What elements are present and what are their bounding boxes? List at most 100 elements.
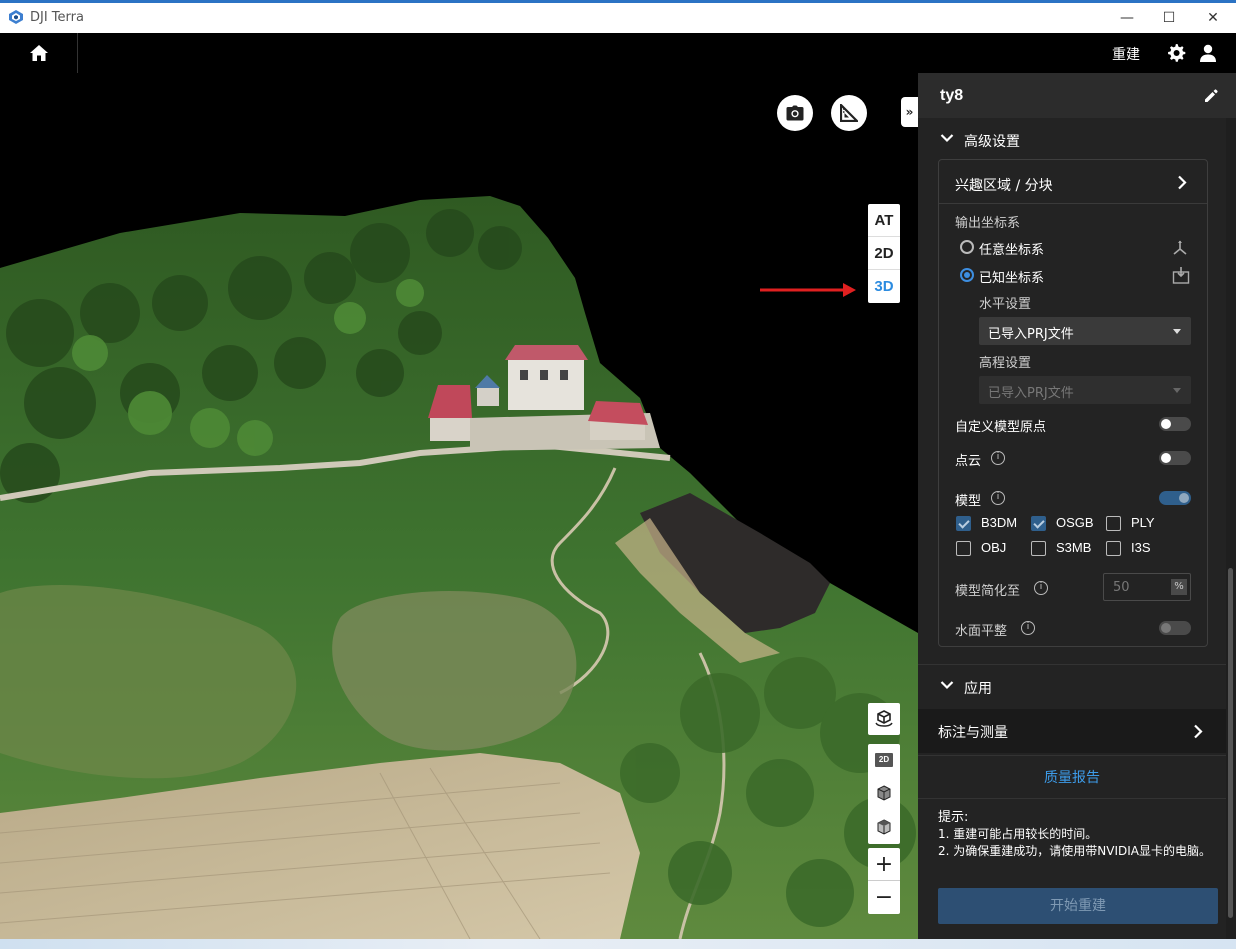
annotation-arrow-head bbox=[843, 283, 856, 297]
user-account-icon[interactable] bbox=[1198, 43, 1218, 63]
collapse-panel-button[interactable]: » bbox=[901, 97, 918, 127]
measure-tool-button[interactable] bbox=[831, 95, 867, 131]
chevron-right-icon bbox=[1178, 175, 1187, 190]
crs-arbitrary-label[interactable]: 任意坐标系 bbox=[979, 239, 1044, 258]
home-button[interactable] bbox=[0, 33, 78, 73]
water-flatten-label: 水面平整 bbox=[955, 624, 1008, 639]
crs-known-radio[interactable] bbox=[960, 268, 974, 282]
chevron-down-icon bbox=[940, 134, 954, 143]
format-i3s-label[interactable]: I3S bbox=[1131, 540, 1151, 555]
scrollbar-thumb[interactable] bbox=[1228, 568, 1233, 918]
tips-line-1: 1. 重建可能占用较长的时间。 bbox=[938, 827, 1098, 841]
rebuild-menu[interactable]: 重建 bbox=[1112, 44, 1140, 64]
format-obj-checkbox[interactable] bbox=[956, 541, 971, 556]
dropdown-caret-icon bbox=[1173, 329, 1181, 334]
zoom-out-button[interactable]: − bbox=[868, 881, 900, 914]
cube-rotate-icon bbox=[875, 710, 893, 727]
format-s3mb-label[interactable]: S3MB bbox=[1056, 540, 1091, 555]
chevron-right-icon bbox=[1194, 724, 1203, 739]
format-obj-label[interactable]: OBJ bbox=[981, 540, 1006, 555]
output-crs-label: 输出坐标系 bbox=[955, 216, 1021, 231]
app-window: DJI Terra — ☐ ✕ 重建 » AT 2D 3D 2D + − ty8… bbox=[0, 0, 1236, 949]
edit-pencil-icon[interactable] bbox=[1203, 88, 1219, 104]
simplify-percent-input[interactable]: 50 % bbox=[1103, 573, 1191, 601]
apply-section-header[interactable]: 应用 bbox=[918, 664, 1226, 708]
percent-unit: % bbox=[1171, 579, 1187, 595]
zoom-controls: + − bbox=[868, 848, 900, 914]
advanced-settings-box: 兴趣区域 / 分块 输出坐标系 任意坐标系 已知坐标系 水平设置 已导入PRJ文… bbox=[938, 159, 1208, 647]
annotation-measure-label: 标注与测量 bbox=[938, 725, 1008, 741]
maximize-button[interactable]: ☐ bbox=[1146, 5, 1192, 31]
vertical-crs-value: 已导入PRJ文件 bbox=[988, 386, 1074, 401]
camera-icon bbox=[786, 105, 804, 121]
roi-tiles-row[interactable]: 兴趣区域 / 分块 bbox=[939, 160, 1207, 204]
cube-top-view-icon[interactable] bbox=[876, 819, 892, 835]
close-button[interactable]: ✕ bbox=[1190, 5, 1236, 31]
taskbar-strip bbox=[0, 939, 1236, 949]
screenshot-button[interactable] bbox=[777, 95, 813, 131]
model-rotate-button[interactable] bbox=[868, 703, 900, 735]
quality-report-link[interactable]: 质量报告 bbox=[918, 755, 1226, 799]
view-2d-button[interactable]: 2D bbox=[875, 753, 893, 767]
custom-origin-toggle[interactable] bbox=[1159, 417, 1191, 431]
advanced-settings-title: 高级设置 bbox=[964, 134, 1020, 150]
mode-2d-button[interactable]: 2D bbox=[868, 237, 900, 270]
panel-scrollbar[interactable] bbox=[1226, 118, 1236, 939]
point-cloud-toggle[interactable] bbox=[1159, 451, 1191, 465]
chevron-down-icon bbox=[940, 681, 954, 690]
format-ply-label[interactable]: PLY bbox=[1131, 515, 1155, 530]
apply-section-title: 应用 bbox=[964, 681, 992, 697]
import-crs-icon[interactable] bbox=[1172, 266, 1190, 284]
triangle-ruler-icon bbox=[840, 104, 858, 122]
home-icon bbox=[29, 45, 48, 61]
panel-header: ty8 bbox=[918, 73, 1236, 118]
crs-arbitrary-radio[interactable] bbox=[960, 240, 974, 254]
format-osgb-checkbox[interactable] bbox=[1031, 516, 1046, 531]
model-toggle[interactable] bbox=[1159, 491, 1191, 505]
3d-model-render[interactable] bbox=[0, 73, 918, 939]
zoom-in-button[interactable]: + bbox=[868, 848, 900, 881]
minimize-button[interactable]: — bbox=[1104, 5, 1150, 31]
format-ply-checkbox[interactable] bbox=[1106, 516, 1121, 531]
point-cloud-label: 点云 bbox=[955, 454, 982, 469]
model-simplify-label: 模型简化至 bbox=[955, 584, 1021, 599]
view-mode-switcher: AT 2D 3D bbox=[868, 204, 900, 303]
tips-box: 提示: 1. 重建可能占用较长的时间。 2. 为确保重建成功，请使用带NVIDI… bbox=[938, 809, 1211, 860]
project-name: ty8 bbox=[940, 87, 964, 104]
cube-view-icon[interactable] bbox=[876, 785, 892, 801]
custom-origin-label: 自定义模型原点 bbox=[955, 420, 1047, 435]
coordinate-axes-icon[interactable] bbox=[1172, 240, 1188, 256]
start-rebuild-button[interactable]: 开始重建 bbox=[938, 888, 1218, 924]
tips-line-2: 2. 为确保重建成功，请使用带NVIDIA显卡的电脑。 bbox=[938, 844, 1211, 858]
vertical-crs-select[interactable]: 已导入PRJ文件 bbox=[979, 376, 1191, 404]
format-osgb-label[interactable]: OSGB bbox=[1056, 515, 1094, 530]
format-b3dm-checkbox[interactable] bbox=[956, 516, 971, 531]
horizontal-crs-select[interactable]: 已导入PRJ文件 bbox=[979, 317, 1191, 345]
mode-at-button[interactable]: AT bbox=[868, 204, 900, 237]
advanced-settings-header[interactable]: 高级设置 bbox=[918, 118, 1226, 162]
settings-panel: ty8 高级设置 兴趣区域 / 分块 输出坐标系 任意坐标系 已知坐标系 水平设… bbox=[918, 73, 1236, 939]
top-nav: 重建 bbox=[0, 33, 1236, 73]
water-flatten-toggle[interactable] bbox=[1159, 621, 1191, 635]
info-icon[interactable]: i bbox=[991, 451, 1005, 465]
model-label: 模型 bbox=[955, 494, 982, 509]
info-icon[interactable]: i bbox=[1021, 621, 1035, 635]
format-b3dm-label[interactable]: B3DM bbox=[981, 515, 1017, 530]
format-s3mb-checkbox[interactable] bbox=[1031, 541, 1046, 556]
simplify-value: 50 bbox=[1113, 580, 1130, 595]
vertical-settings-label: 高程设置 bbox=[979, 356, 1032, 371]
format-i3s-checkbox[interactable] bbox=[1106, 541, 1121, 556]
horizontal-crs-value: 已导入PRJ文件 bbox=[988, 327, 1074, 342]
tips-title: 提示: bbox=[938, 810, 969, 825]
roi-tiles-label: 兴趣区域 / 分块 bbox=[955, 178, 1053, 194]
window-title: DJI Terra bbox=[30, 10, 84, 25]
view-preset-group: 2D bbox=[868, 744, 900, 844]
info-icon[interactable]: i bbox=[991, 491, 1005, 505]
info-icon[interactable]: i bbox=[1034, 581, 1048, 595]
annotation-measure-row[interactable]: 标注与测量 bbox=[918, 709, 1226, 753]
dropdown-caret-icon bbox=[1173, 388, 1181, 393]
mode-3d-button[interactable]: 3D bbox=[868, 270, 900, 303]
crs-known-label[interactable]: 已知坐标系 bbox=[979, 267, 1044, 286]
settings-gear-icon[interactable] bbox=[1166, 43, 1186, 63]
model-viewer[interactable]: » AT 2D 3D 2D + − bbox=[0, 73, 918, 939]
